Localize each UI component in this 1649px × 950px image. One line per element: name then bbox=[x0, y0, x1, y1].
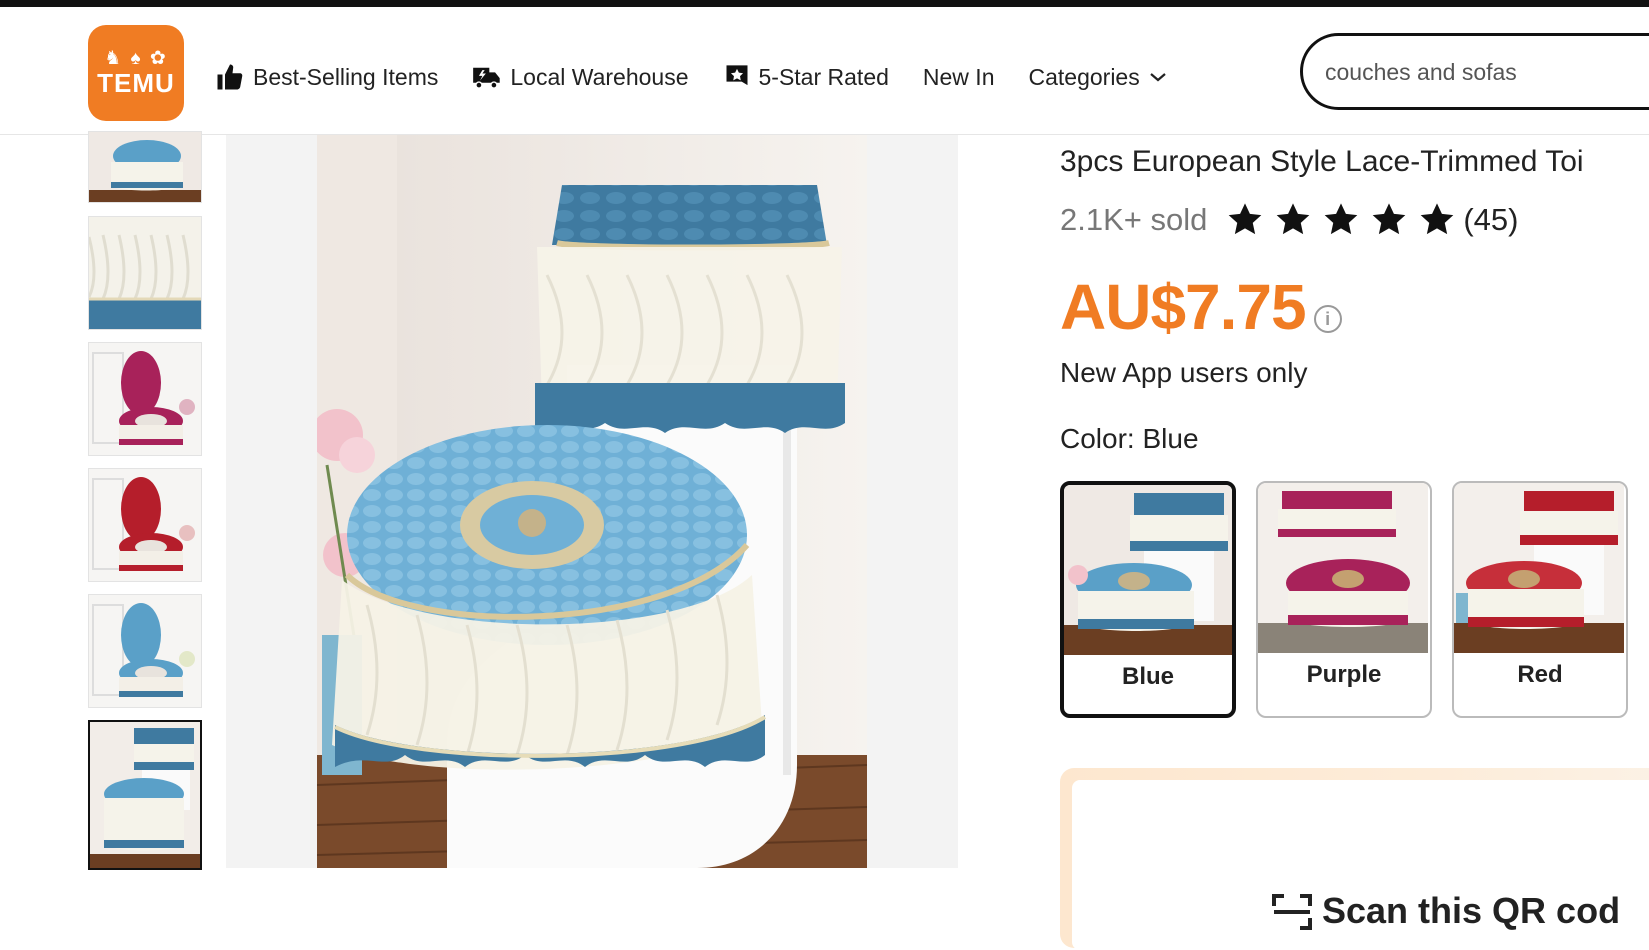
main-product-image[interactable] bbox=[317, 135, 867, 868]
search-input[interactable] bbox=[1325, 56, 1649, 88]
site-header: ♞ ♠ ✿ TEMU Best-Selling Items Local Ware… bbox=[0, 7, 1649, 135]
price-row: AU$7.75 i bbox=[1060, 271, 1342, 343]
thumbnail-lace-closeup[interactable] bbox=[88, 216, 202, 330]
swatch-label: Purple bbox=[1306, 661, 1382, 688]
search-box[interactable] bbox=[1300, 33, 1649, 110]
nav-five-star[interactable]: 5-Star Rated bbox=[723, 63, 889, 91]
product-title: 3pcs European Style Lace-Trimmed Toi bbox=[1060, 145, 1584, 178]
color-label: Color: Blue bbox=[1060, 423, 1199, 454]
swatch-red[interactable]: Red bbox=[1452, 481, 1628, 718]
logo-glyphs: ♞ ♠ ✿ bbox=[104, 48, 168, 69]
star-rating[interactable] bbox=[1225, 201, 1457, 239]
star-icon bbox=[1277, 203, 1310, 235]
star-icon bbox=[1229, 203, 1262, 235]
nav-label: Local Warehouse bbox=[510, 63, 689, 90]
swatch-purple[interactable]: Purple bbox=[1256, 481, 1432, 718]
chevron-down-icon bbox=[1150, 73, 1166, 82]
logo-text: TEMU bbox=[97, 68, 175, 98]
swatch-blue[interactable]: Blue bbox=[1060, 481, 1236, 718]
swatch-image bbox=[1454, 483, 1626, 653]
temu-logo[interactable]: ♞ ♠ ✿ TEMU bbox=[88, 25, 184, 121]
thumbnail-red[interactable] bbox=[88, 468, 202, 582]
swatch-image bbox=[1064, 485, 1232, 655]
nav-label: Best-Selling Items bbox=[253, 63, 439, 90]
nav-label: 5-Star Rated bbox=[758, 63, 889, 90]
nav-label: Categories bbox=[1028, 63, 1140, 90]
star-icon bbox=[1421, 203, 1454, 235]
thumbs-up-icon bbox=[217, 64, 243, 90]
nav-categories[interactable]: Categories bbox=[1029, 64, 1168, 91]
thumbnail-blue-selected[interactable] bbox=[88, 720, 202, 870]
qr-text: Scan this QR cod bbox=[1322, 890, 1621, 931]
swatch-label: Red bbox=[1517, 661, 1563, 688]
thumbnail-purple[interactable] bbox=[88, 342, 202, 456]
review-count[interactable]: (45) bbox=[1463, 202, 1518, 238]
sold-count: 2.1K+ sold bbox=[1060, 202, 1208, 237]
scan-icon bbox=[1272, 894, 1312, 930]
nav-new-in[interactable]: New In bbox=[923, 64, 995, 91]
star-icon bbox=[1373, 203, 1406, 235]
nav-best-selling[interactable]: Best-Selling Items bbox=[215, 62, 438, 92]
qr-promo-inner: Scan this QR cod bbox=[1072, 780, 1649, 950]
star-badge-icon bbox=[726, 65, 747, 86]
top-strip bbox=[0, 0, 1649, 7]
main-image-panel bbox=[226, 135, 958, 868]
qr-promo-box: Scan this QR cod bbox=[1060, 768, 1649, 950]
star-icon bbox=[1325, 203, 1358, 235]
delivery-truck-icon bbox=[473, 67, 501, 89]
rating-row: 2.1K+ sold (45) bbox=[1060, 201, 1519, 239]
info-icon[interactable]: i bbox=[1313, 305, 1342, 333]
price: AU$7.75 bbox=[1060, 271, 1307, 343]
color-swatches: Blue Purple Red bbox=[1060, 481, 1628, 718]
nav-local-warehouse[interactable]: Local Warehouse bbox=[472, 63, 689, 91]
nav-label: New In bbox=[922, 63, 995, 90]
price-note: New App users only bbox=[1060, 357, 1308, 388]
swatch-label: Blue bbox=[1121, 663, 1174, 690]
swatch-image bbox=[1258, 483, 1430, 653]
thumbnail-blue-open[interactable] bbox=[88, 594, 202, 708]
thumbnail-blue[interactable] bbox=[88, 131, 202, 203]
main-nav: Best-Selling Items Local Warehouse 5-Sta… bbox=[215, 57, 1168, 97]
